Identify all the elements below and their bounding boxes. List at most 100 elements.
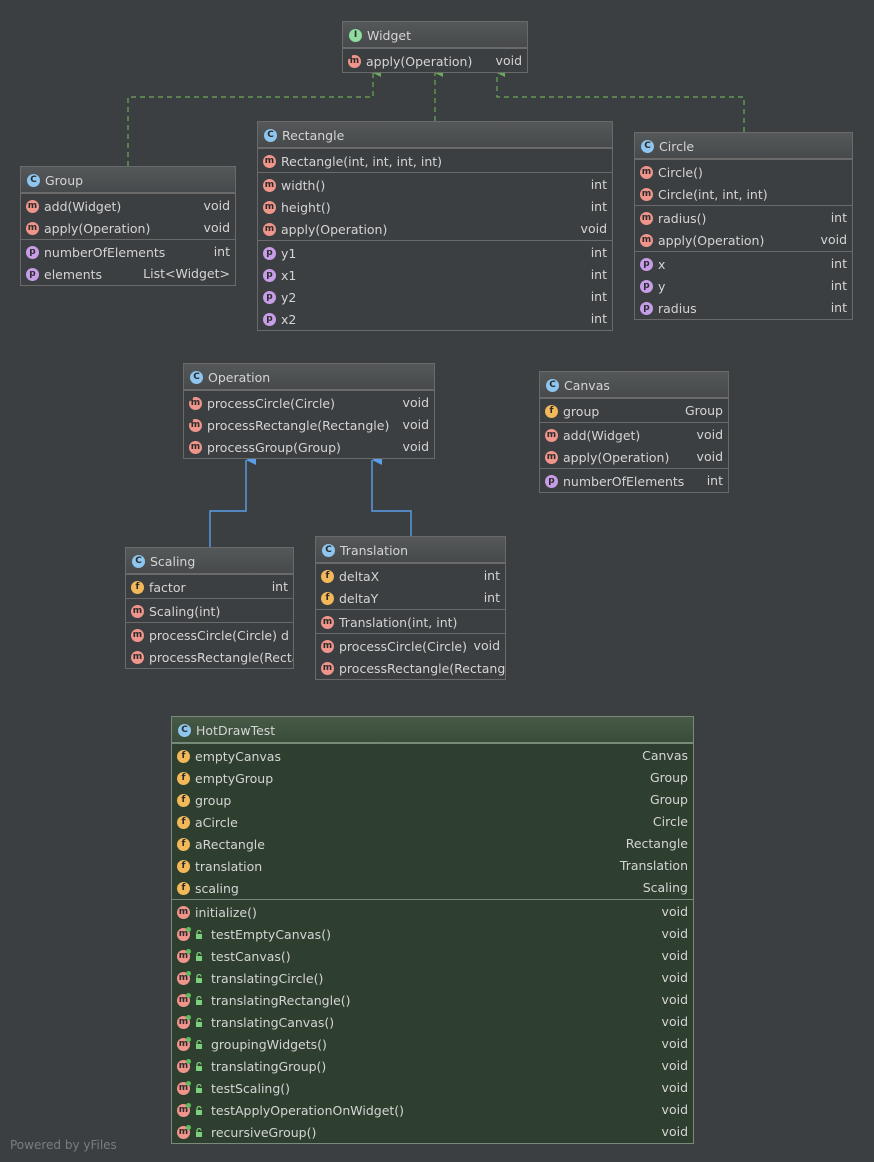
class-header[interactable]: C Operation: [184, 364, 434, 390]
class-header[interactable]: C HotDrawTest: [172, 717, 693, 743]
class-header[interactable]: C Translation: [316, 537, 505, 563]
member-row[interactable]: m apply(Operation) void: [258, 218, 612, 240]
member-row[interactable]: m processRectangle(Rectangl: [316, 657, 505, 679]
member-section: m Translation(int, int): [316, 609, 505, 633]
member-type: void: [657, 1055, 688, 1077]
member-type: Canvas: [638, 745, 688, 767]
member-name: Rectangle(int, int, int, int): [281, 153, 443, 169]
class-header[interactable]: C Rectangle: [258, 122, 612, 148]
member-row[interactable]: m add(Widget) void: [540, 424, 728, 446]
member-row[interactable]: m Rectangle(int, int, int, int): [258, 150, 612, 172]
method-icon: m: [26, 200, 39, 213]
member-section: m add(Widget) void m apply(Operation) void: [21, 193, 235, 239]
member-row[interactable]: m testApplyOperationOnWidget() void: [172, 1099, 693, 1121]
member-type: int: [586, 196, 607, 218]
method-icon: m: [321, 640, 334, 653]
member-row[interactable]: m processRectangle(Rectangle) void: [184, 414, 434, 436]
method-icon: m: [131, 605, 144, 618]
member-row[interactable]: p x int: [635, 253, 852, 275]
class-node-group[interactable]: C Group m add(Widget) void m apply(Operation) v…: [20, 166, 236, 286]
member-row[interactable]: m translatingCanvas() void: [172, 1011, 693, 1033]
member-row[interactable]: m translatingCircle() void: [172, 967, 693, 989]
member-row[interactable]: f group Group: [172, 789, 693, 811]
class-node-scaling[interactable]: C Scaling f factor int m Scaling(int) m processC…: [125, 547, 294, 669]
member-row[interactable]: m initialize() void: [172, 901, 693, 923]
member-section: m Scaling(int): [126, 598, 293, 622]
member-row[interactable]: f deltaX int: [316, 565, 505, 587]
class-node-widget[interactable]: I Widget m apply(Operation) void: [342, 21, 528, 73]
member-row[interactable]: m translatingGroup() void: [172, 1055, 693, 1077]
member-row[interactable]: p y2 int: [258, 286, 612, 308]
member-row[interactable]: m testScaling() void: [172, 1077, 693, 1099]
member-name: add(Widget): [44, 198, 122, 214]
member-row[interactable]: p radius int: [635, 297, 852, 319]
class-node-operation[interactable]: C Operation m processCircle(Circle) void m pro…: [183, 363, 435, 459]
member-row[interactable]: m processCircle(Circle) void: [184, 392, 434, 414]
member-row[interactable]: f aRectangle Rectangle: [172, 833, 693, 855]
member-type: Scaling: [638, 877, 688, 899]
member-row[interactable]: p y int: [635, 275, 852, 297]
member-row[interactable]: m Translation(int, int): [316, 611, 505, 633]
member-row[interactable]: m Scaling(int): [126, 600, 293, 622]
member-row[interactable]: p y1 int: [258, 242, 612, 264]
member-row[interactable]: m apply(Operation) void: [540, 446, 728, 468]
member-row[interactable]: p elements List<Widget>: [21, 263, 235, 285]
member-row[interactable]: m Circle(): [635, 161, 852, 183]
member-type: void: [576, 218, 607, 240]
member-row[interactable]: m apply(Operation) void: [343, 50, 527, 72]
method-icon: m: [263, 155, 276, 168]
member-row[interactable]: m add(Widget) void: [21, 195, 235, 217]
member-name: Circle(): [658, 164, 703, 180]
member-row[interactable]: m apply(Operation) void: [21, 217, 235, 239]
member-row[interactable]: f emptyGroup Group: [172, 767, 693, 789]
method-icon: m: [26, 222, 39, 235]
class-node-rectangle[interactable]: C Rectangle m Rectangle(int, int, int, int)…: [257, 121, 613, 331]
member-row[interactable]: f aCircle Circle: [172, 811, 693, 833]
property-icon: p: [640, 302, 653, 315]
member-row[interactable]: p numberOfElements int: [21, 241, 235, 263]
member-row[interactable]: m groupingWidgets() void: [172, 1033, 693, 1055]
edge-translation-extends-operation: [371, 455, 412, 536]
member-row[interactable]: p x2 int: [258, 308, 612, 330]
member-row[interactable]: m apply(Operation) void: [635, 229, 852, 251]
member-row[interactable]: p numberOfElements int: [540, 470, 728, 492]
member-row[interactable]: m height() int: [258, 196, 612, 218]
member-row[interactable]: m translatingRectangle() void: [172, 989, 693, 1011]
member-row[interactable]: f group Group: [540, 400, 728, 422]
class-icon: C: [132, 555, 145, 568]
member-row[interactable]: m processCircle(Circle) void: [316, 635, 505, 657]
abstract-class-icon: C: [190, 371, 203, 384]
class-node-canvas[interactable]: C Canvas f group Group m add(Widget) void m apply…: [539, 371, 729, 493]
class-header[interactable]: C Canvas: [540, 372, 728, 398]
class-header[interactable]: C Circle: [635, 133, 852, 159]
member-type: void: [657, 1033, 688, 1055]
member-row[interactable]: f factor int: [126, 576, 293, 598]
member-row[interactable]: m testCanvas() void: [172, 945, 693, 967]
member-row[interactable]: f emptyCanvas Canvas: [172, 745, 693, 767]
member-row[interactable]: f translation Translation: [172, 855, 693, 877]
member-row[interactable]: m testEmptyCanvas() void: [172, 923, 693, 945]
member-row[interactable]: m radius() int: [635, 207, 852, 229]
class-node-circle[interactable]: C Circle m Circle() m Circle(int, int, int) m r…: [634, 132, 853, 320]
member-row[interactable]: f deltaY int: [316, 587, 505, 609]
member-row[interactable]: p x1 int: [258, 264, 612, 286]
member-row[interactable]: m processGroup(Group) void: [184, 436, 434, 458]
member-name: x: [658, 256, 666, 272]
class-node-translation[interactable]: C Translation f deltaX int f deltaY int m Transla…: [315, 536, 506, 680]
class-header[interactable]: C Scaling: [126, 548, 293, 574]
class-icon: C: [641, 140, 654, 153]
member-name: apply(Operation): [658, 232, 765, 248]
class-header[interactable]: I Widget: [343, 22, 527, 48]
member-row[interactable]: m width() int: [258, 174, 612, 196]
member-row[interactable]: m processCircle(Circle) d: [126, 624, 293, 646]
member-row[interactable]: m recursiveGroup() void: [172, 1121, 693, 1143]
public-lock-icon: [196, 1018, 202, 1027]
class-node-hotdrawtest[interactable]: C HotDrawTest f emptyCanvas Canvas f emptyGrou…: [171, 716, 694, 1144]
member-type: int: [586, 174, 607, 196]
member-section: m initialize() void m testEmptyCanvas() void m…: [172, 899, 693, 1143]
member-row[interactable]: m processRectangle(Recta: [126, 646, 293, 668]
member-row[interactable]: f scaling Scaling: [172, 877, 693, 899]
member-type: void: [657, 967, 688, 989]
member-row[interactable]: m Circle(int, int, int): [635, 183, 852, 205]
class-header[interactable]: C Group: [21, 167, 235, 193]
